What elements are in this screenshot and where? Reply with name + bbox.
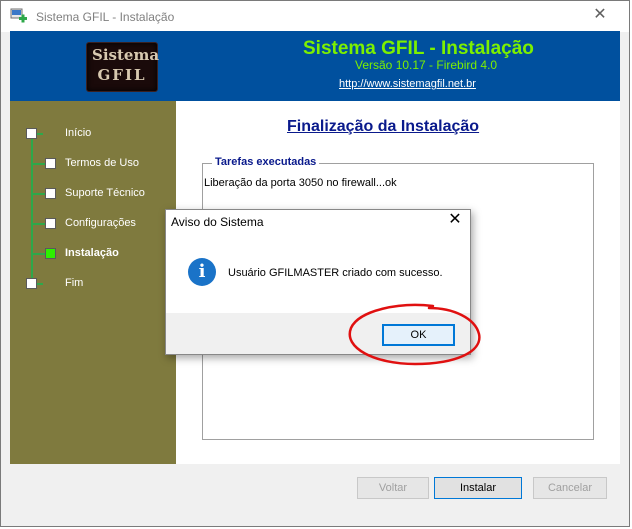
header-url-link[interactable]: http://www.sistemagfil.net.br (339, 78, 476, 90)
step-connector (37, 133, 43, 135)
back-button[interactable]: Voltar (357, 477, 429, 499)
window-title: Sistema GFIL - Instalação (36, 10, 175, 24)
dialog-message: Usuário GFILMASTER criado com sucesso. (228, 267, 443, 279)
header-version: Versão 10.17 - Firebird 4.0 (355, 58, 498, 72)
step-connector (33, 253, 45, 255)
dialog-title: Aviso do Sistema (171, 215, 264, 229)
step-label-termos: Termos de Uso (65, 157, 139, 169)
dialog-close-icon[interactable]: ✕ (448, 212, 462, 228)
logo-text-line1: Sistema (92, 46, 160, 64)
step-label-suporte: Suporte Técnico (65, 187, 145, 199)
step-marker-instalacao (45, 248, 56, 259)
step-label-instalacao: Instalação (65, 247, 119, 259)
step-connector (33, 223, 45, 225)
task-line: Liberação da porta 3050 no firewall...ok (204, 177, 397, 189)
step-marker-suporte (45, 188, 56, 199)
step-connector (37, 283, 43, 285)
step-marker-termos (45, 158, 56, 169)
step-label-inicio: Início (65, 127, 92, 139)
window-close-icon[interactable]: ✕ (593, 7, 607, 23)
info-icon: i (188, 258, 216, 286)
step-marker-configuracoes (45, 218, 56, 229)
app-icon (10, 8, 27, 23)
annotation-circle (348, 303, 481, 366)
step-connector (33, 163, 45, 165)
page-title: Finalização da Instalação (287, 118, 480, 135)
step-marker-inicio (26, 128, 37, 139)
tasks-group-label: Tarefas executadas (212, 156, 320, 168)
step-marker-fim (26, 278, 37, 289)
step-label-fim: Fim (65, 277, 84, 289)
steps-connector-line (31, 133, 33, 285)
logo-text-line2: GFIL (97, 66, 147, 84)
header-title: Sistema GFIL - Instalação (303, 38, 534, 59)
step-label-configuracoes: Configurações (65, 217, 136, 229)
step-connector (33, 193, 45, 195)
install-button[interactable]: Instalar (434, 477, 522, 499)
cancel-button[interactable]: Cancelar (533, 477, 607, 499)
